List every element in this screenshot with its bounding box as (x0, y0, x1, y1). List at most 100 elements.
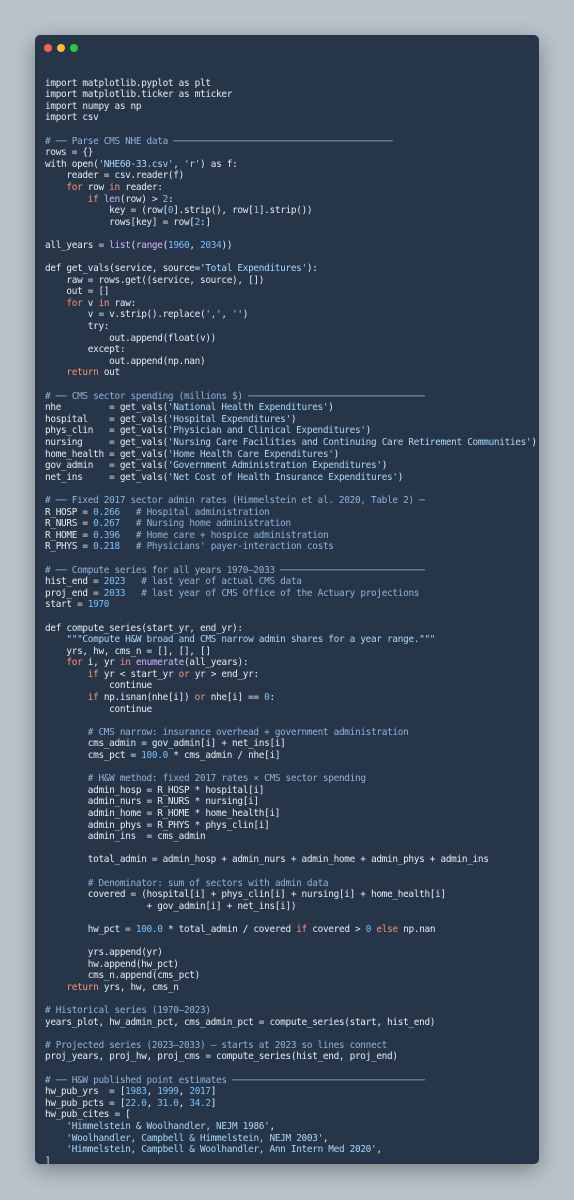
code-line: for i, yr in enumerate(all_years): (45, 657, 537, 669)
code-token: 31.0 (157, 1097, 179, 1109)
code-token: nursing = get_vals( (45, 437, 168, 448)
code-token: 1983 (125, 1086, 147, 1098)
code-token: # Denominator: sum of sectors with admin… (87, 877, 329, 889)
code-token: ] (45, 1155, 51, 1164)
code-token: 0.396 (93, 529, 120, 541)
code-token: out (98, 367, 120, 379)
code-token: with open( (45, 158, 99, 170)
code-line: if yr < start_yr or yr > end_yr: (45, 669, 537, 681)
code-token: if (87, 692, 99, 704)
code-token: if (296, 923, 307, 935)
code-token: or (194, 692, 206, 704)
code-line: cms_pct = 100.0 * cms_admin / nhe[i] (45, 750, 537, 762)
code-token: cms_n.append(cms_pct) (45, 970, 201, 982)
maximize-dot-icon[interactable] (70, 44, 78, 52)
code-line: import numpy as np (45, 101, 537, 113)
code-token: 'Home Health Care Expenditures' (167, 448, 334, 460)
code-line: key = (row[0].strip(), row[1].strip()) (45, 205, 537, 217)
code-token: in (119, 657, 131, 669)
code-line: 'Himmelstein & Woolhandler, NEJM 1986', (45, 1121, 537, 1133)
code-token: admin_nurs = R_NURS * nursing[i] (45, 796, 259, 808)
code-token: except: (45, 344, 126, 356)
code-token: 'Woolhandler, Campbell & Himmelstein, NE… (66, 1132, 323, 1144)
code-line: 'Himmelstein, Campbell & Woolhandler, An… (45, 1144, 537, 1156)
code-token: , (173, 158, 184, 170)
code-token: )) (221, 239, 233, 251)
code-line: for row in reader: (45, 182, 537, 194)
code-token: # ── Fixed 2017 sector admin rates (Himm… (45, 494, 425, 506)
code-token: ].strip()) (258, 205, 313, 217)
code-token: 34.2 (189, 1097, 211, 1109)
code-token: if (87, 668, 99, 680)
code-token: # last year of actual CMS data (141, 576, 302, 588)
code-line: R_HOME = 0.396 # Home care + hospice adm… (45, 530, 537, 542)
code-token: # ── CMS sector spending (millions $) ──… (45, 390, 425, 402)
code-token: admin_home = R_HOME * home_health[i] (45, 808, 281, 819)
close-dot-icon[interactable] (44, 44, 52, 52)
code-window: import matplotlib.pyplot as plt import ma… (35, 35, 539, 1164)
code-token: # last year of CMS Office of the Actuary… (141, 587, 420, 599)
code-token: covered > (306, 923, 366, 935)
code-line: out.append(float(v)) (45, 333, 537, 345)
code-token: else (376, 923, 398, 935)
code-token: def get_vals(service, source= (45, 263, 200, 275)
code-block: import matplotlib.pyplot as plt import ma… (45, 66, 537, 1164)
code-token: yrs, hw, cms_n (98, 981, 179, 993)
code-token: v = v.strip().replace( (45, 309, 206, 321)
code-token: , (189, 239, 201, 251)
code-token: , (376, 1144, 382, 1156)
code-token: reader: (119, 181, 163, 193)
code-token: import csv (45, 112, 99, 124)
code-line: cms_n.append(cms_pct) (45, 970, 537, 982)
code-token: import matplotlib.pyplot as plt (45, 77, 211, 89)
code-line: import matplotlib.pyplot as plt (45, 78, 537, 90)
code-line: return out (45, 367, 537, 379)
code-token: admin_hosp = R_HOSP * hospital[i] (45, 784, 265, 796)
code-line: # ── CMS sector spending (millions $) ──… (45, 391, 537, 403)
code-token: """Compute H&W broad and CMS narrow admi… (66, 634, 436, 646)
code-token: ) (242, 309, 249, 321)
code-line: # CMS narrow: insurance overhead + gover… (45, 727, 537, 739)
code-line: hw_pub_cites = [ (45, 1109, 537, 1121)
code-token: 0.267 (93, 518, 120, 530)
code-token: 2017 (189, 1086, 211, 1098)
code-token: # H&W method: fixed 2017 rates × CMS sec… (87, 773, 366, 785)
code-token: 2034 (200, 239, 222, 251)
code-token: R_HOSP = (45, 506, 94, 518)
code-token: import numpy as np (45, 100, 142, 112)
code-line: try: (45, 321, 537, 333)
code-token: , (146, 1086, 158, 1098)
code-token: 'Total Expenditures' (199, 263, 307, 275)
minimize-dot-icon[interactable] (57, 44, 65, 52)
code-token: key = (row[ (45, 205, 168, 217)
code-line: all_years = list(range(1960, 2034)) (45, 240, 537, 252)
code-line: if np.isnan(nhe[i]) or nhe[i] == 0: (45, 692, 537, 704)
code-token: hospital = get_vals( (45, 413, 168, 425)
code-token: ',' (205, 309, 222, 321)
code-token: phys_clin = get_vals( (45, 425, 168, 437)
code-token: # Nursing home administration (135, 518, 291, 530)
code-token: # ── Parse CMS NHE data ────────────────… (45, 135, 393, 147)
code-token: or (178, 668, 190, 680)
code-token: ) (333, 448, 340, 460)
code-token: , (178, 1097, 190, 1109)
code-line: # ── Parse CMS NHE data ────────────────… (45, 136, 537, 148)
code-line: return yrs, hw, cms_n (45, 982, 537, 994)
code-token: 1960 (167, 239, 190, 251)
code-token: 'Nursing Care Facilities and Continuing … (167, 437, 532, 448)
code-line: reader = csv.reader(f) (45, 170, 537, 182)
window-titlebar (35, 35, 539, 63)
